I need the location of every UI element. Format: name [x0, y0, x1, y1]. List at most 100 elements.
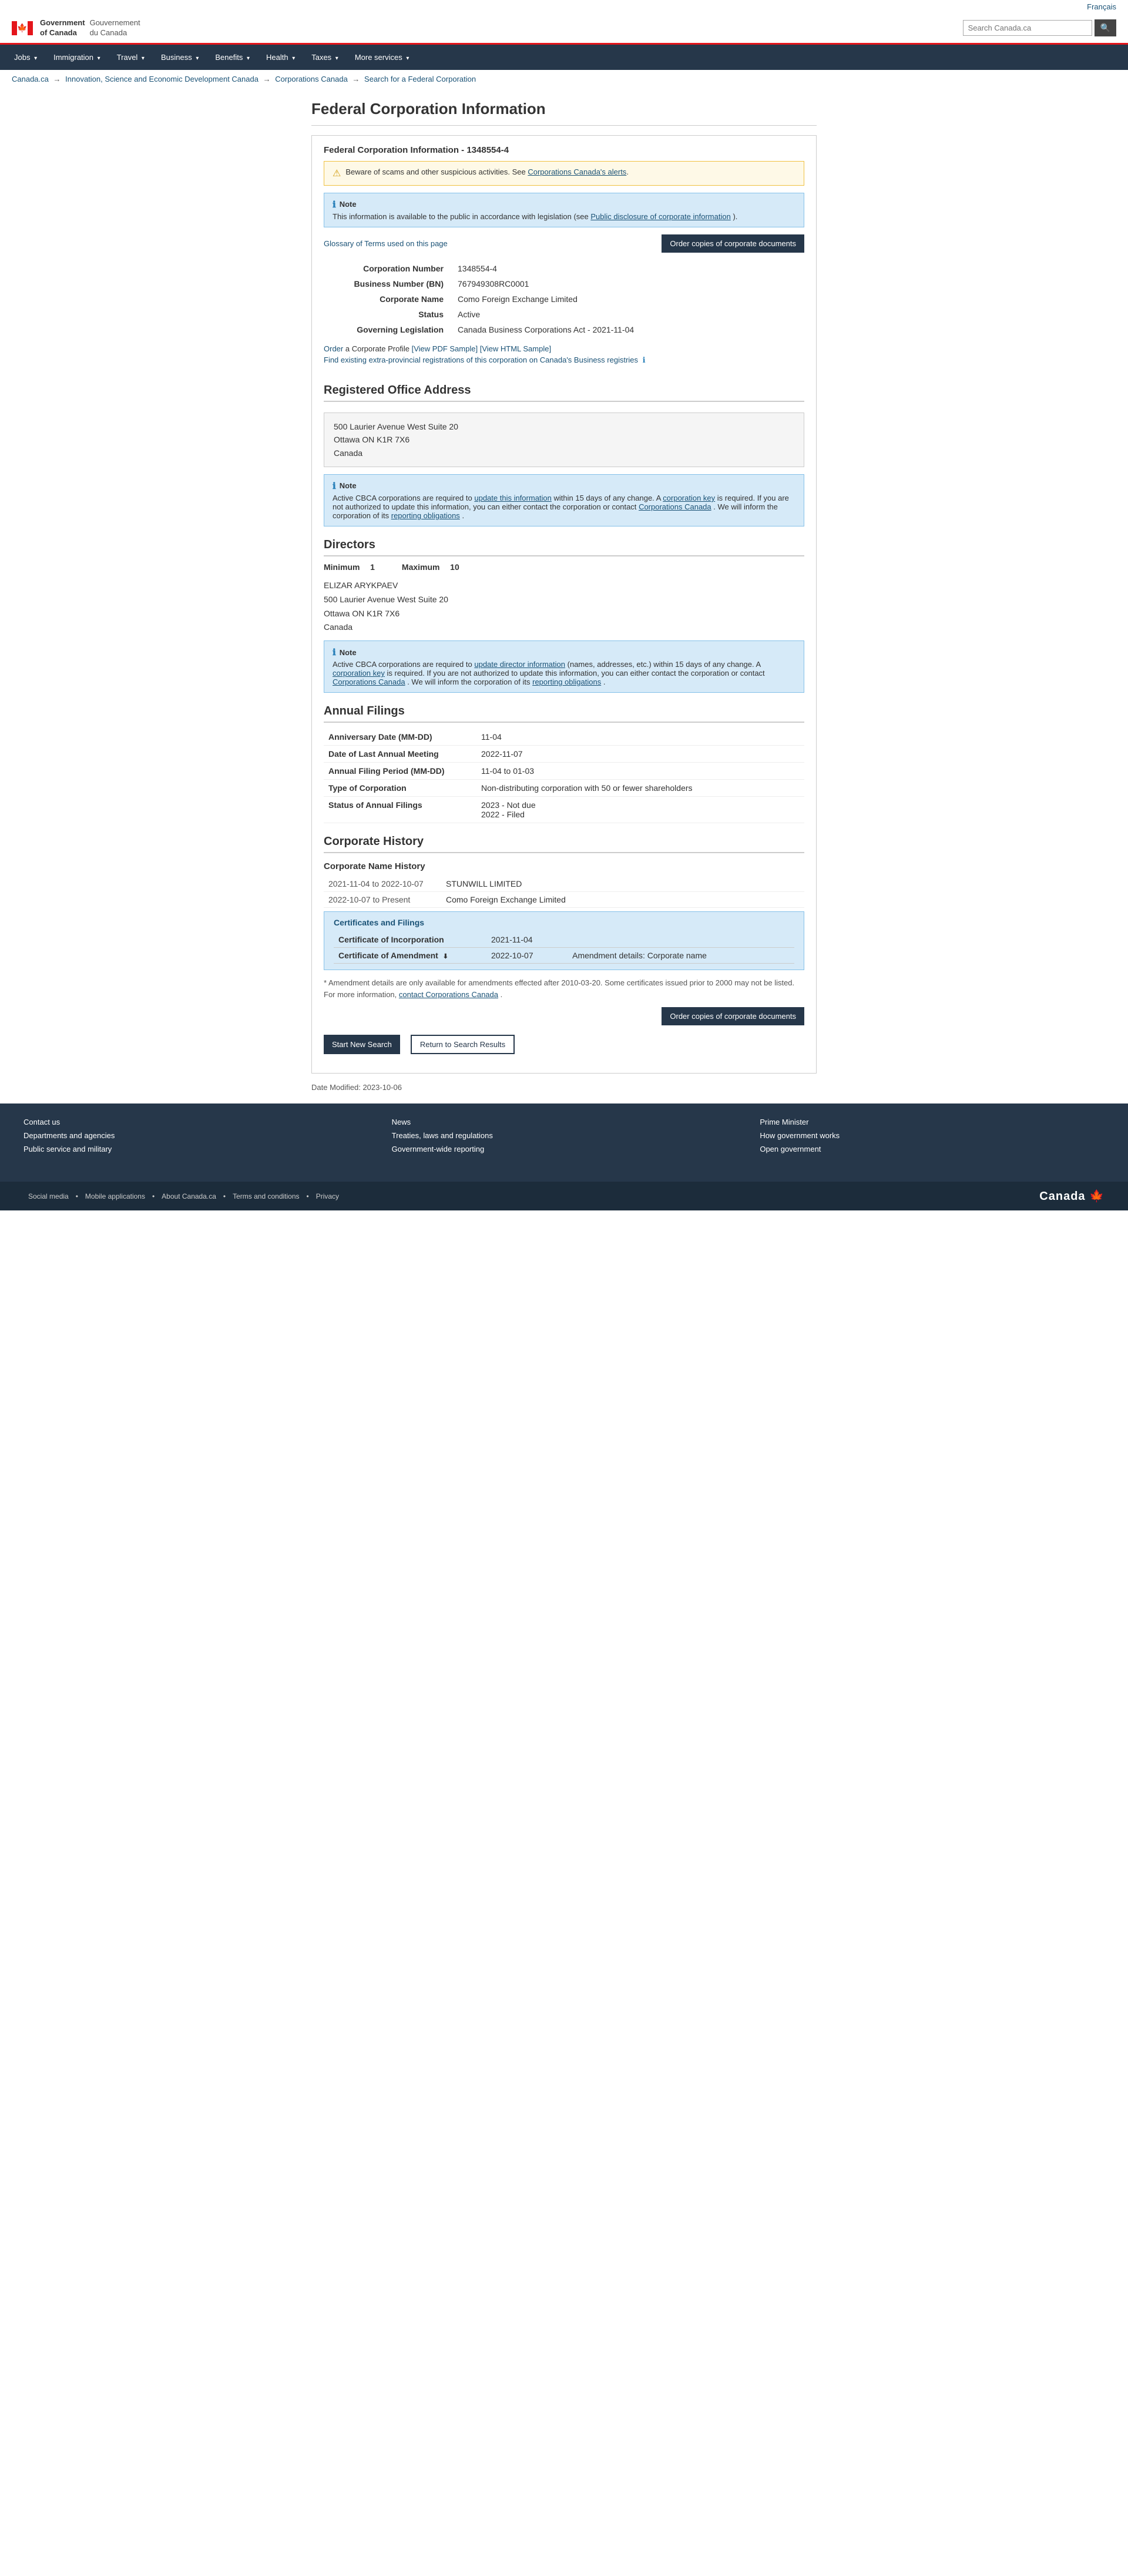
view-html-link[interactable]: [View HTML Sample]: [480, 344, 551, 353]
header-logo-area: Government of Canada Gouvernement du Can…: [12, 18, 140, 38]
status-row: Status Active: [324, 307, 804, 322]
download-icon: ⬇: [443, 953, 448, 960]
directors-title: Directors: [324, 538, 804, 556]
canada-wordmark: Canada 🍁: [1039, 1189, 1104, 1203]
footer-social-media[interactable]: Social media: [28, 1192, 69, 1200]
history-name-1: STUNWILL LIMITED: [441, 876, 804, 892]
address-line3: Canada: [334, 447, 794, 459]
certs-section: Certificates and Filings Certificate of …: [324, 911, 804, 970]
update-director-link[interactable]: update director information: [474, 660, 565, 669]
nav-immigration[interactable]: Immigration ▾: [45, 45, 109, 70]
nav-more-services[interactable]: More services ▾: [347, 45, 418, 70]
cert-amend-date: 2022-10-07: [486, 948, 568, 964]
cert-amend-row: Certificate of Amendment ⬇ 2022-10-07 Am…: [334, 948, 794, 964]
breadcrumb-corps-canada[interactable]: Corporations Canada: [275, 75, 348, 83]
view-pdf-link[interactable]: [View PDF Sample]: [412, 344, 478, 353]
find-registrations-row: Find existing extra-provincial registrat…: [324, 355, 804, 365]
director-corp-key-link[interactable]: corporation key: [333, 669, 385, 677]
corp-name-row: Corporate Name Como Foreign Exchange Lim…: [324, 291, 804, 307]
corps-alerts-link[interactable]: Corporations Canada's alerts: [528, 167, 626, 176]
amendment-note: * Amendment details are only available f…: [324, 977, 804, 1000]
order-profile-row: Order a Corporate Profile [View PDF Samp…: [324, 344, 804, 353]
info-circle-icon: ℹ: [643, 355, 646, 364]
nav-jobs[interactable]: Jobs ▾: [6, 45, 45, 70]
annual-status-label: Status of Annual Filings: [324, 797, 476, 823]
footer-mobile-apps[interactable]: Mobile applications: [85, 1192, 145, 1200]
footer-treaties[interactable]: Treaties, laws and regulations: [392, 1131, 737, 1140]
anniversary-row: Anniversary Date (MM-DD) 11-04: [324, 729, 804, 746]
warning-icon: ⚠: [333, 167, 341, 179]
start-new-search-button[interactable]: Start New Search: [324, 1035, 400, 1054]
corp-number-row: Corporation Number 1348554-4: [324, 261, 804, 276]
director-info: ELIZAR ARYKPAEV 500 Laurier Avenue West …: [324, 579, 804, 635]
government-name: Government of Canada Gouvernement du Can…: [40, 18, 140, 38]
footer-about[interactable]: About Canada.ca: [162, 1192, 216, 1200]
nav-health[interactable]: Health ▾: [258, 45, 303, 70]
filing-period-value: 11-04 to 01-03: [476, 763, 804, 780]
cert-incorp-date: 2021-11-04: [486, 932, 568, 948]
search-input[interactable]: [963, 20, 1092, 36]
date-modified: Date Modified: 2023-10-06: [311, 1083, 817, 1092]
footer-terms[interactable]: Terms and conditions: [233, 1192, 299, 1200]
footer-departments[interactable]: Departments and agencies: [24, 1131, 368, 1140]
footer-col-3: Prime Minister How government works Open…: [760, 1118, 1104, 1158]
director-corps-canada-link[interactable]: Corporations Canada: [333, 677, 405, 686]
director-name: ELIZAR ARYKPAEV: [324, 579, 804, 593]
glossary-link[interactable]: Glossary of Terms used on this page: [324, 239, 448, 248]
registered-office-title: Registered Office Address: [324, 384, 804, 402]
footer-reporting[interactable]: Government-wide reporting: [392, 1145, 737, 1153]
office-note-box: ℹ Note Active CBCA corporations are requ…: [324, 474, 804, 526]
corporate-history-title: Corporate History: [324, 835, 804, 853]
directors-min: Minimum 1: [324, 562, 378, 572]
history-date-2: 2022-10-07 to Present: [324, 892, 441, 908]
footer-col-2: News Treaties, laws and regulations Gove…: [392, 1118, 737, 1158]
filing-period-label: Annual Filing Period (MM-DD): [324, 763, 476, 780]
corp-type-value: Non-distributing corporation with 50 or …: [476, 780, 804, 797]
cert-incorp-row: Certificate of Incorporation 2021-11-04: [334, 932, 794, 948]
update-info-link[interactable]: update this information: [474, 494, 552, 502]
footer-news[interactable]: News: [392, 1118, 737, 1126]
director-reporting-link[interactable]: reporting obligations: [532, 677, 601, 686]
nav-business[interactable]: Business ▾: [153, 45, 207, 70]
history-name-2: Como Foreign Exchange Limited: [441, 892, 804, 908]
find-registrations-link[interactable]: Find existing extra-provincial registrat…: [324, 355, 638, 364]
nav-taxes[interactable]: Taxes ▾: [303, 45, 347, 70]
anniversary-label: Anniversary Date (MM-DD): [324, 729, 476, 746]
public-disclosure-link[interactable]: Public disclosure of corporate informati…: [590, 212, 730, 221]
address-box: 500 Laurier Avenue West Suite 20 Ottawa …: [324, 412, 804, 467]
footer-open-gov[interactable]: Open government: [760, 1145, 1104, 1153]
director-note-box: ℹ Note Active CBCA corporations are requ…: [324, 640, 804, 693]
gov-name-fr: Gouvernement du Canada: [90, 18, 140, 38]
annual-status-row: Status of Annual Filings 2023 - Not due …: [324, 797, 804, 823]
order-profile-link[interactable]: Order: [324, 344, 343, 353]
order-docs-button-top[interactable]: Order copies of corporate documents: [662, 234, 804, 253]
page-title: Federal Corporation Information: [311, 100, 817, 126]
contact-corps-link[interactable]: contact Corporations Canada: [399, 990, 498, 999]
address-line1: 500 Laurier Avenue West Suite 20: [334, 420, 794, 433]
info-icon: ℹ: [333, 199, 336, 210]
order-docs-button-bottom[interactable]: Order copies of corporate documents: [662, 1007, 804, 1025]
corp-number-value: 1348554-4: [453, 261, 804, 276]
footer-public-service[interactable]: Public service and military: [24, 1145, 368, 1153]
footer-contact-us[interactable]: Contact us: [24, 1118, 368, 1126]
footer-how-works[interactable]: How government works: [760, 1131, 1104, 1140]
nav-benefits[interactable]: Benefits ▾: [207, 45, 258, 70]
footer-columns: Contact us Departments and agencies Publ…: [24, 1118, 1104, 1158]
french-link[interactable]: Français: [1087, 2, 1116, 11]
footer-main: Contact us Departments and agencies Publ…: [0, 1103, 1128, 1182]
nav-travel[interactable]: Travel ▾: [109, 45, 153, 70]
breadcrumb-search[interactable]: Search for a Federal Corporation: [364, 75, 476, 83]
corps-canada-link[interactable]: Corporations Canada: [639, 502, 711, 511]
corp-name-label: Corporate Name: [324, 291, 453, 307]
corp-key-link[interactable]: corporation key: [663, 494, 715, 502]
return-to-results-button[interactable]: Return to Search Results: [411, 1035, 515, 1054]
director-addr2: Ottawa ON K1R 7X6: [324, 607, 804, 621]
footer-pm[interactable]: Prime Minister: [760, 1118, 1104, 1126]
gov-name-en: Government of Canada: [40, 18, 85, 38]
breadcrumb-canada[interactable]: Canada.ca: [12, 75, 49, 83]
breadcrumb-ised[interactable]: Innovation, Science and Economic Develop…: [65, 75, 258, 83]
footer-privacy[interactable]: Privacy: [316, 1192, 339, 1200]
reporting-obligations-link[interactable]: reporting obligations: [391, 511, 460, 520]
bottom-order-row: Order copies of corporate documents: [324, 1007, 804, 1025]
search-button[interactable]: 🔍: [1095, 19, 1116, 36]
